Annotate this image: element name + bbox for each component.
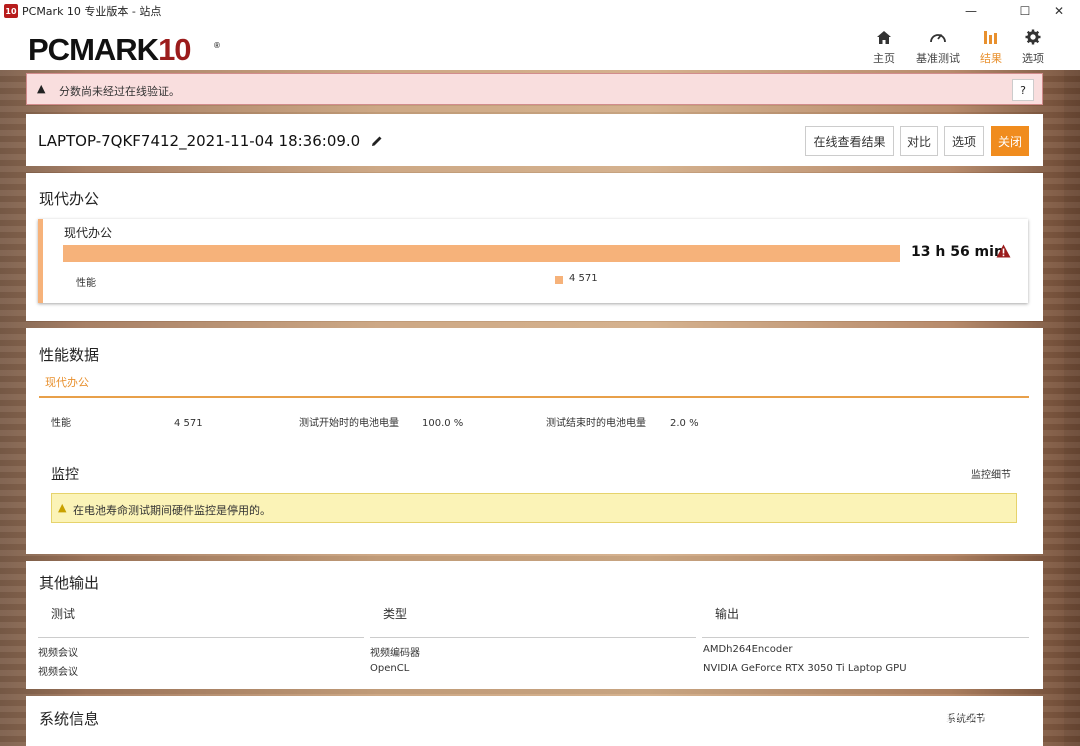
tab-modern-office[interactable]: 现代办公 bbox=[45, 374, 89, 390]
nav-benchmarks[interactable]: 基准测试 bbox=[911, 28, 965, 66]
watermark: 值 什么值得买 bbox=[918, 708, 1039, 730]
app-header: PCMARK10 ® 主页 基准测试 结果 选项 bbox=[0, 22, 1080, 70]
edit-icon[interactable] bbox=[371, 133, 383, 151]
nav-options-label: 选项 bbox=[1022, 52, 1044, 65]
minimize-button[interactable]: — bbox=[948, 0, 994, 22]
table-cell: 视频编码器 bbox=[370, 648, 420, 659]
app-icon: 10 bbox=[4, 4, 18, 18]
monitor-details-link[interactable]: 监控细节 bbox=[971, 468, 1011, 484]
perf-data-label-0: 性能 bbox=[51, 418, 71, 429]
close-window-button[interactable]: ✕ bbox=[1036, 0, 1080, 22]
modern-office-title: 现代办公 bbox=[39, 190, 100, 208]
column-header-type: 类型 bbox=[383, 607, 408, 621]
table-cell: NVIDIA GeForce RTX 3050 Ti Laptop GPU bbox=[703, 663, 907, 674]
perf-data-label-2: 测试结束时的电池电量 bbox=[546, 418, 646, 429]
window-titlebar: 10 PCMark 10 专业版本 - 站点 — ☐ ✕ bbox=[0, 0, 1080, 22]
perf-legend-swatch bbox=[555, 276, 563, 284]
help-button[interactable]: ? bbox=[1012, 79, 1034, 101]
nav-benchmarks-label: 基准测试 bbox=[916, 52, 960, 65]
perf-data-value-1: 100.0 % bbox=[422, 418, 464, 429]
speedometer-icon bbox=[929, 28, 947, 46]
battery-life-time: 13 h 56 min bbox=[911, 244, 1004, 260]
compare-button[interactable]: 对比 bbox=[900, 126, 938, 156]
validation-warning-text: 分数尚未经过在线验证。 bbox=[59, 85, 180, 98]
result-title-text: LAPTOP-7QKF7412_2021-11-04 18:36:09.0 bbox=[38, 132, 361, 150]
scrollbar[interactable] bbox=[1064, 70, 1080, 746]
tab-underline bbox=[39, 396, 1029, 398]
monitor-warning: ▲ 在电池寿命测试期间硬件监控是停用的。 bbox=[51, 493, 1017, 523]
performance-data-panel: 性能数据 现代办公 性能 4 571 测试开始时的电池电量 100.0 % 测试… bbox=[26, 328, 1043, 554]
column-divider bbox=[702, 637, 1029, 638]
gear-icon bbox=[1025, 28, 1041, 46]
modern-office-panel: 现代办公 现代办公 13 h 56 min 性能 4 571 bbox=[26, 173, 1043, 321]
bar-chart-icon bbox=[983, 28, 999, 46]
column-header-output: 输出 bbox=[715, 607, 740, 621]
table-cell: AMDh264Encoder bbox=[703, 644, 793, 655]
validation-warning: ▲ 分数尚未经过在线验证。 ? bbox=[26, 73, 1043, 105]
system-info-title: 系统信息 bbox=[39, 710, 100, 728]
modern-office-scorecard[interactable]: 现代办公 13 h 56 min 性能 4 571 bbox=[38, 219, 1028, 303]
nav-options[interactable]: 选项 bbox=[1006, 28, 1060, 66]
logo-reg: ® bbox=[214, 41, 220, 50]
table-cell: 视频会议 bbox=[38, 667, 78, 678]
monitor-title: 监控 bbox=[51, 467, 79, 483]
nav-home-label: 主页 bbox=[873, 52, 895, 65]
column-divider bbox=[370, 637, 696, 638]
perf-data-value-2: 2.0 % bbox=[670, 418, 699, 429]
system-info-panel: 系统信息 系统细节 bbox=[26, 696, 1043, 746]
other-output-panel: 其他输出 测试 类型 输出 视频会议 视频编码器 AMDh264Encoder … bbox=[26, 561, 1043, 689]
nav-results-label: 结果 bbox=[980, 52, 1002, 65]
pcmark-logo: PCMARK10 ® bbox=[28, 32, 220, 67]
column-divider bbox=[38, 637, 364, 638]
scorecard-label: 现代办公 bbox=[64, 226, 113, 240]
column-header-test: 测试 bbox=[51, 607, 76, 621]
score-bar bbox=[63, 245, 900, 262]
perf-data-label-1: 测试开始时的电池电量 bbox=[299, 418, 399, 429]
view-online-button[interactable]: 在线查看结果 bbox=[805, 126, 894, 156]
other-output-title: 其他输出 bbox=[39, 574, 100, 592]
table-cell: 视频会议 bbox=[38, 648, 78, 659]
close-result-button[interactable]: 关闭 bbox=[991, 126, 1029, 156]
perf-data-value-0: 4 571 bbox=[174, 418, 203, 429]
alert-triangle-icon bbox=[996, 244, 1011, 262]
perf-label: 性能 bbox=[76, 278, 96, 289]
logo-main: PCMARK bbox=[28, 32, 159, 67]
home-icon bbox=[876, 28, 892, 46]
monitor-warning-text: 在电池寿命测试期间硬件监控是停用的。 bbox=[73, 504, 271, 517]
result-title: LAPTOP-7QKF7412_2021-11-04 18:36:09.0 bbox=[38, 132, 383, 151]
warning-icon: ▲ bbox=[37, 82, 46, 95]
performance-data-title: 性能数据 bbox=[39, 346, 100, 364]
options-button[interactable]: 选项 bbox=[944, 126, 984, 156]
table-cell: OpenCL bbox=[370, 663, 410, 674]
warning-icon: ▲ bbox=[58, 501, 67, 514]
perf-value: 4 571 bbox=[569, 273, 598, 284]
result-header-panel: LAPTOP-7QKF7412_2021-11-04 18:36:09.0 在线… bbox=[26, 114, 1043, 166]
nav-home[interactable]: 主页 bbox=[857, 28, 911, 66]
logo-ten: 10 bbox=[158, 32, 191, 67]
window-title: PCMark 10 专业版本 - 站点 bbox=[22, 5, 162, 18]
